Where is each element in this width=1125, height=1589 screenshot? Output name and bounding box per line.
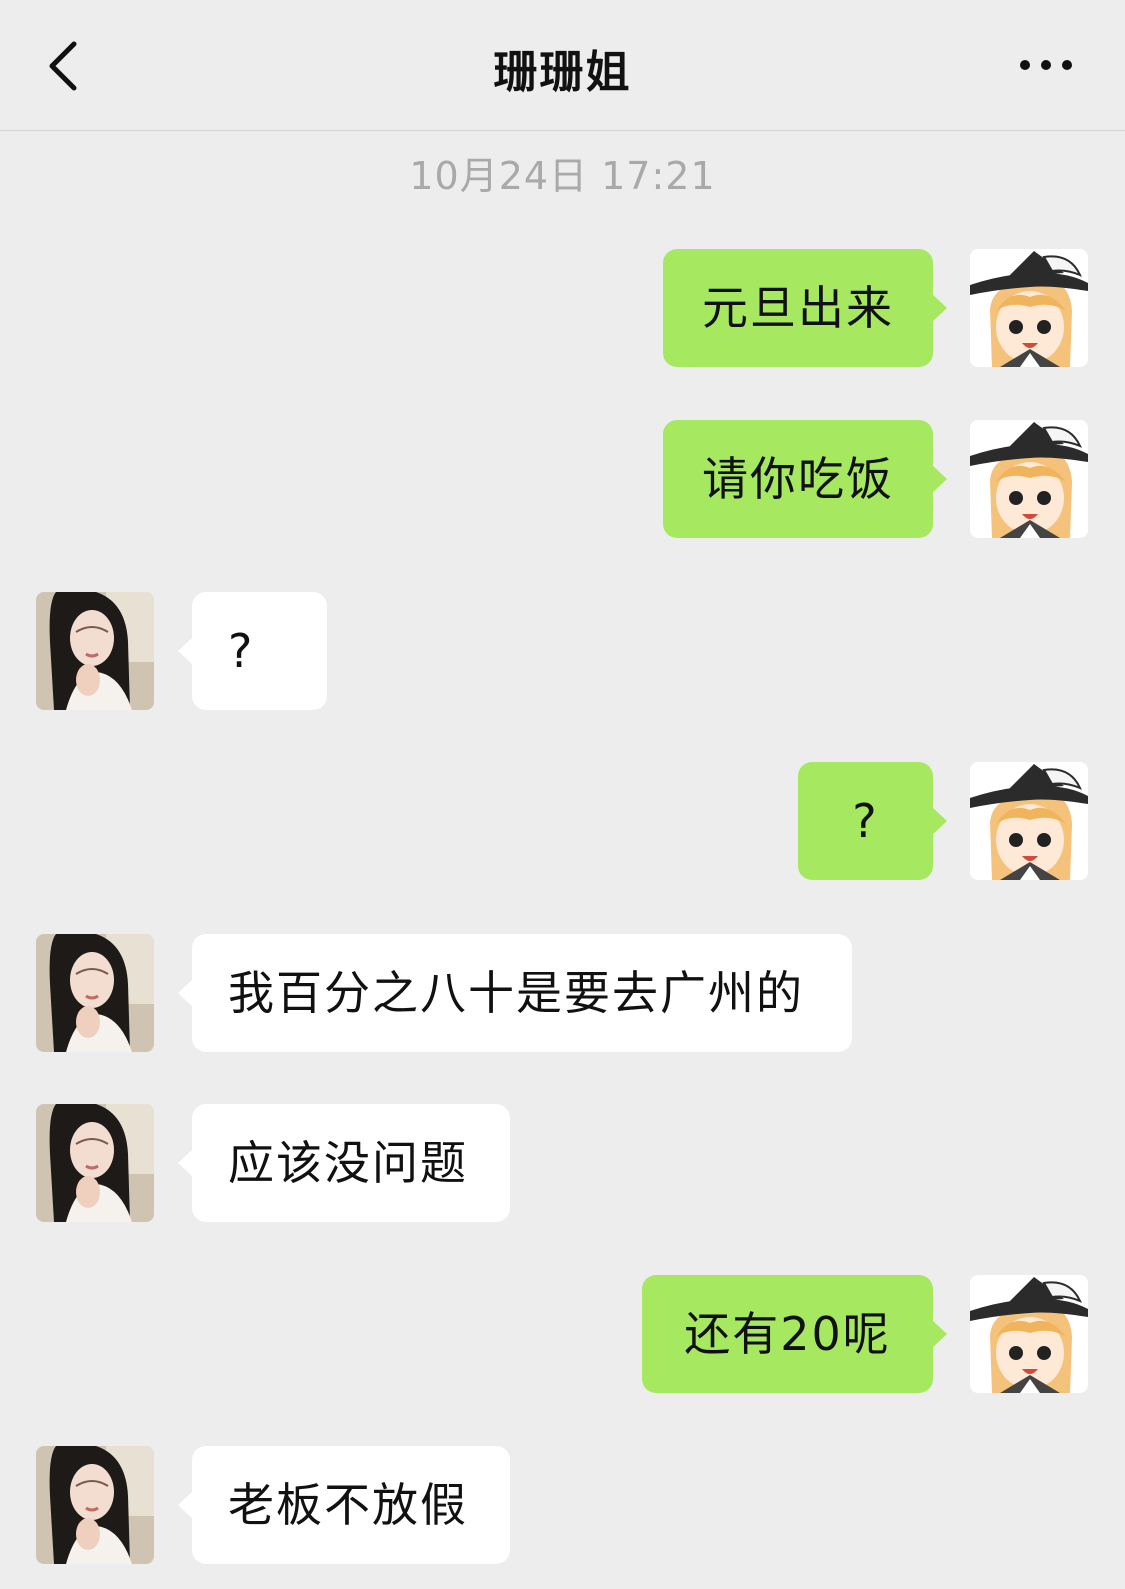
message-bubble-sent[interactable]: 元旦出来 — [663, 249, 947, 367]
message-timestamp: 10月24日 17:21 — [409, 154, 716, 198]
message-bubble-received[interactable]: 老板不放假 — [178, 1446, 510, 1564]
message-bubble-sent[interactable]: 请你吃饭 — [663, 420, 947, 538]
chat-header: 珊珊姐 — [0, 0, 1125, 131]
contact-avatar[interactable] — [36, 934, 154, 1052]
my-avatar[interactable] — [970, 249, 1088, 367]
message-bubble-received[interactable]: 我百分之八十是要去广州的 — [178, 934, 852, 1052]
message-bubble-received[interactable]: ? — [178, 592, 327, 710]
chat-title: 珊珊姐 — [493, 47, 632, 98]
contact-avatar[interactable] — [36, 1104, 154, 1222]
contact-avatar[interactable] — [36, 592, 154, 710]
my-avatar[interactable] — [970, 420, 1088, 538]
message-bubble-sent[interactable]: 还有20呢 — [642, 1275, 947, 1393]
contact-avatar[interactable] — [36, 1446, 154, 1564]
my-avatar[interactable] — [970, 1275, 1088, 1393]
more-dots-icon[interactable] — [1017, 50, 1075, 80]
my-avatar[interactable] — [970, 762, 1088, 880]
message-bubble-received[interactable]: 应该没问题 — [178, 1104, 510, 1222]
message-bubble-sent[interactable]: ? — [798, 762, 947, 880]
